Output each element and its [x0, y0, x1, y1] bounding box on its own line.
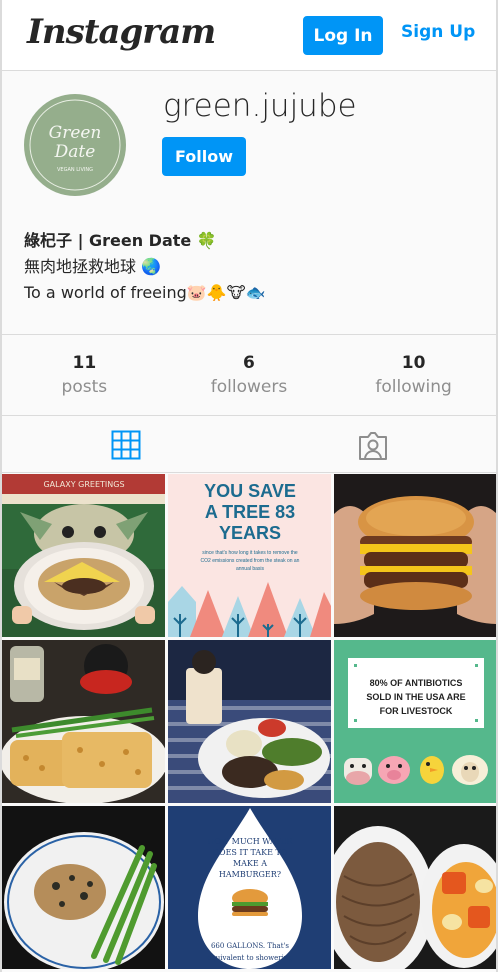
sweater-text: GALAXY GREETINGS: [43, 480, 124, 489]
stat-following-value: 10: [401, 353, 426, 373]
water-answer-2: equivalent to showering: [207, 954, 293, 962]
post-image: 80% OF ANTIBIOTICS SOLD IN THE USA ARE F…: [334, 640, 496, 803]
profile-tabs: [2, 416, 496, 472]
grid-icon: [111, 430, 141, 460]
stat-followers-label: followers: [210, 377, 288, 397]
water-question-1: HOW MUCH WATER: [207, 837, 293, 846]
profile-stats: 11 posts 6 followers 10 following: [2, 336, 496, 415]
water-question-2: DOES IT TAKE TO: [213, 848, 288, 857]
hamburger-icon: [232, 889, 268, 916]
avatar-tagline: VEGAN LIVING: [57, 167, 93, 173]
tree-title-2: A TREE 83: [205, 502, 295, 522]
stat-followers-value: 6: [243, 353, 255, 373]
post-image: [334, 806, 496, 969]
tree-body-2: CO2 emissions created from the steak on …: [201, 558, 300, 564]
bio-line-3: To a world of freeing🐷🐥🐮🐟: [24, 283, 266, 302]
profile-bio: 綠杞子 | Green Date 🍀 無肉地拯救地球 🌏 To a world …: [24, 228, 265, 306]
post-tile-grilled-sandwich[interactable]: [2, 640, 165, 803]
stat-posts-label: posts: [61, 377, 108, 397]
stat-followers[interactable]: 6 followers: [167, 336, 332, 415]
antibiotics-line-3: FOR LIVESTOCK: [380, 706, 453, 716]
stat-following-label: following: [375, 377, 452, 397]
tab-posts-grid[interactable]: [2, 416, 249, 472]
tagged-user-icon: [359, 432, 387, 460]
post-tile-water-infographic[interactable]: HOW MUCH WATER DOES IT TAKE TO MAKE A HA…: [168, 806, 331, 969]
profile-username: green.jujube: [163, 88, 357, 124]
instagram-logo[interactable]: Instagram: [27, 12, 216, 52]
post-image: [334, 474, 496, 637]
cow-icon: [344, 758, 372, 785]
follow-button[interactable]: Follow: [162, 137, 246, 176]
divider: [2, 334, 496, 335]
bio-name: 綠杞子 | Green Date 🍀: [24, 231, 217, 250]
post-tile-tree-infographic[interactable]: YOU SAVE A TREE 83 YEARS since that's ho…: [168, 474, 331, 637]
signup-link[interactable]: Sign Up: [401, 22, 475, 42]
post-image: [168, 640, 331, 803]
avatar: Green Date VEGAN LIVING: [24, 94, 126, 196]
post-tile-sweater-crepe[interactable]: GALAXY GREETINGS: [2, 474, 165, 637]
antibiotics-line-1: 80% OF ANTIBIOTICS: [370, 678, 463, 688]
pig-icon: [378, 756, 410, 784]
posts-grid: GALAXY GREETINGS YOU SAVE A TREE 83 YEAR…: [2, 474, 496, 969]
stat-posts-value: 11: [72, 353, 97, 373]
post-tile-soba-soup[interactable]: [334, 806, 496, 969]
login-button[interactable]: Log In: [303, 16, 383, 55]
water-question-3: MAKE A: [233, 859, 267, 868]
post-tile-pasta-asparagus[interactable]: [2, 806, 165, 969]
tree-title-3: YEARS: [219, 523, 281, 543]
page: Instagram Log In Sign Up Green Date VEGA…: [0, 0, 498, 972]
post-tile-antibiotics-infographic[interactable]: 80% OF ANTIBIOTICS SOLD IN THE USA ARE F…: [334, 640, 496, 803]
post-tile-burger[interactable]: [334, 474, 496, 637]
bio-line-2: 無肉地拯救地球 🌏: [24, 257, 162, 276]
chick-icon: [420, 756, 444, 784]
post-image: [2, 640, 165, 803]
tree-body-1: since that's how long it takes to remove…: [202, 550, 298, 556]
post-image: GALAXY GREETINGS: [2, 474, 165, 637]
stat-posts: 11 posts: [2, 336, 167, 415]
water-question-4: HAMBURGER?: [219, 870, 281, 879]
divider: [2, 472, 496, 473]
avatar-text-line2: Date: [54, 142, 96, 162]
tab-tagged[interactable]: [249, 416, 496, 472]
tree-title-1: YOU SAVE: [204, 481, 296, 501]
stat-following[interactable]: 10 following: [331, 336, 496, 415]
post-image: [2, 806, 165, 969]
sheep-icon: [452, 755, 488, 785]
post-image: HOW MUCH WATER DOES IT TAKE TO MAKE A HA…: [168, 806, 331, 969]
avatar-text-line1: Green: [49, 123, 102, 143]
post-image: YOU SAVE A TREE 83 YEARS since that's ho…: [168, 474, 331, 637]
antibiotics-line-2: SOLD IN THE USA ARE: [366, 692, 465, 702]
top-bar: Instagram Log In Sign Up: [2, 0, 496, 71]
water-answer-1: 660 GALLONS. That's: [211, 942, 289, 950]
post-tile-shake-plate[interactable]: [168, 640, 331, 803]
tree-body-3: annual basis: [236, 566, 265, 572]
